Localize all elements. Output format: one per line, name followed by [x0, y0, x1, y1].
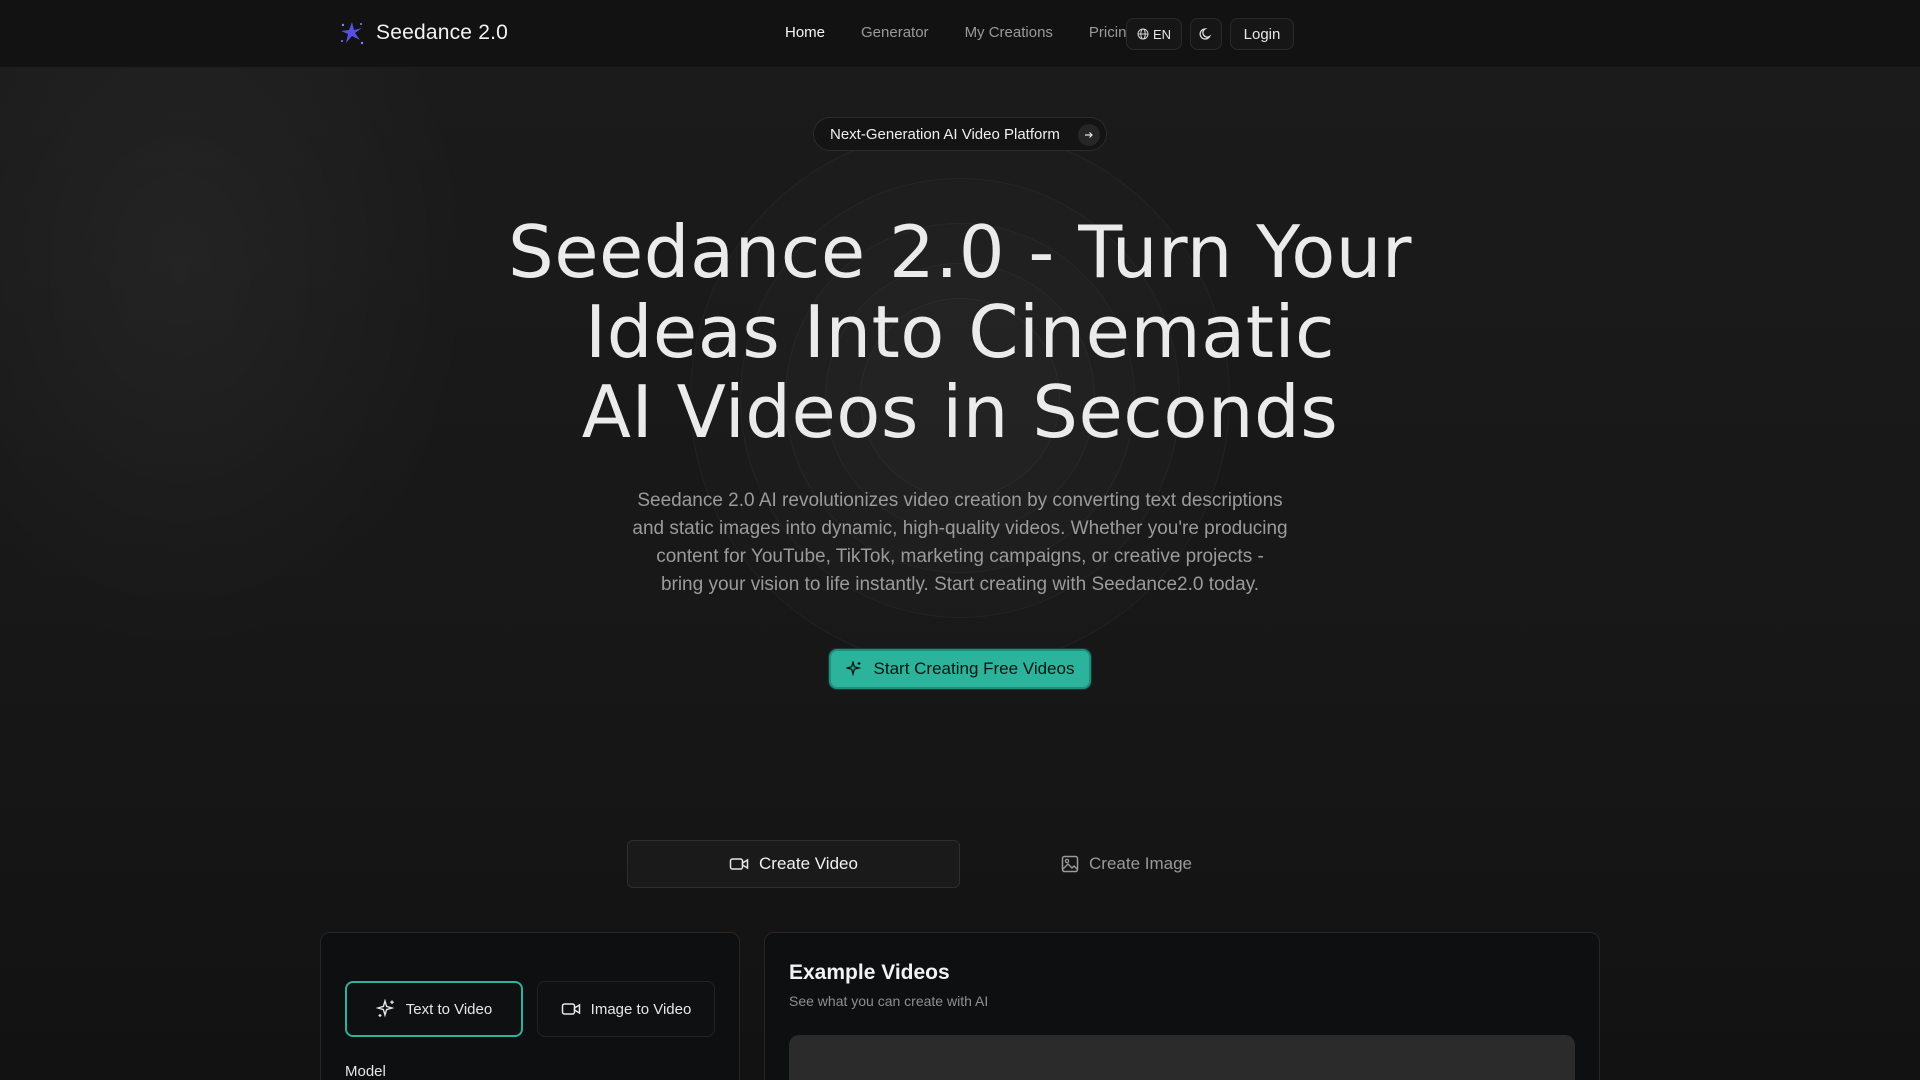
- mode-tabs: Create Video Create Image: [627, 840, 1293, 888]
- moon-icon: [1199, 28, 1212, 40]
- hero-title-line-1: Seedance 2.0 - Turn Your: [507, 210, 1413, 294]
- tab-create-video-label: Create Video: [759, 854, 858, 873]
- hero-description-line-4: bring your vision to life instantly. Sta…: [660, 574, 1260, 595]
- video-camera-icon: [561, 1003, 580, 1015]
- sparkles-icon: [375, 999, 395, 1018]
- nav-home[interactable]: Home: [785, 24, 825, 41]
- start-creating-label: Start Creating Free Videos: [873, 659, 1075, 678]
- globe-icon: [1137, 28, 1149, 40]
- tab-create-video[interactable]: Create Video: [627, 840, 960, 888]
- hero-badge-text: Next-Generation AI Video Platform: [830, 125, 1060, 143]
- sparkle-icon: [845, 661, 861, 677]
- examples-subtitle: See what you can create with AI: [789, 993, 989, 1009]
- main-nav: Home Generator My Creations Pricing: [785, 24, 1135, 41]
- hero-title-line-3: AI Videos in Seconds: [581, 370, 1339, 454]
- model-label: Model: [345, 1063, 386, 1080]
- image-to-video-label: Image to Video: [590, 1000, 692, 1018]
- hero-description-line-1: Seedance 2.0 AI revolutionizes video cre…: [637, 490, 1283, 511]
- logo-text: Seedance 2.0: [376, 21, 509, 44]
- language-label: EN: [1152, 26, 1172, 42]
- start-creating-button[interactable]: Start Creating Free Videos: [829, 649, 1091, 689]
- image-to-video-tab[interactable]: Image to Video: [537, 981, 715, 1037]
- nav-generator[interactable]: Generator: [861, 24, 929, 41]
- login-button[interactable]: Login: [1230, 18, 1294, 50]
- hero-description-line-2: and static images into dynamic, high-qua…: [632, 518, 1288, 539]
- examples-title: Example Videos: [789, 961, 950, 984]
- header-actions: EN Login: [1126, 18, 1294, 50]
- nav-my-creations[interactable]: My Creations: [965, 24, 1053, 41]
- hero-title: Seedance 2.0 - Turn Your Ideas Into Cine…: [360, 212, 1560, 452]
- hero-badge[interactable]: Next-Generation AI Video Platform: [813, 117, 1107, 151]
- tab-create-image[interactable]: Create Image: [960, 840, 1293, 888]
- generator-panel: Text to Video Image to Video Model: [320, 932, 740, 1080]
- language-button[interactable]: EN: [1126, 18, 1182, 50]
- logo-icon: [341, 22, 364, 45]
- image-icon: [1061, 855, 1079, 873]
- arrow-right-icon: [1078, 124, 1100, 146]
- top-navbar: Seedance 2.0 Home Generator My Creations…: [0, 0, 1920, 68]
- text-to-video-label: Text to Video: [405, 1000, 493, 1018]
- example-video-player[interactable]: [789, 1035, 1575, 1080]
- tab-create-image-label: Create Image: [1089, 854, 1192, 873]
- video-camera-icon: [729, 858, 749, 870]
- hero-description: Seedance 2.0 AI revolutionizes video cre…: [610, 487, 1310, 599]
- theme-toggle-button[interactable]: [1190, 18, 1222, 50]
- text-to-video-tab[interactable]: Text to Video: [345, 981, 523, 1037]
- logo[interactable]: Seedance 2.0: [338, 19, 508, 47]
- hero-title-line-2: Ideas Into Cinematic: [584, 290, 1336, 374]
- hero-description-line-3: content for YouTube, TikTok, marketing c…: [656, 546, 1264, 567]
- examples-panel: Example Videos See what you can create w…: [764, 932, 1600, 1080]
